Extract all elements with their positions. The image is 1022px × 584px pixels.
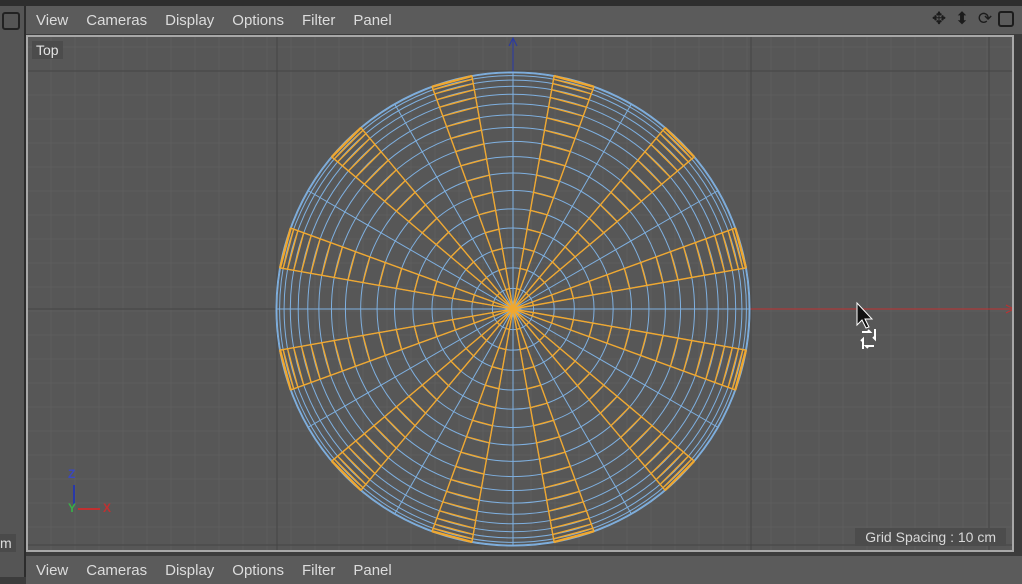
menu-options[interactable]: Options: [232, 12, 284, 29]
grid-spacing-label: Grid Spacing : 10 cm: [855, 528, 1006, 546]
adjacent-viewport[interactable]: m: [0, 6, 26, 577]
axis-x-label: X: [103, 501, 112, 515]
menu-cameras[interactable]: Cameras: [86, 12, 147, 29]
panel-toggle-icon[interactable]: [2, 12, 20, 30]
camera-label[interactable]: Top: [32, 41, 63, 59]
zoom-view-icon[interactable]: ⬍: [952, 9, 972, 29]
axis-z-label: Z: [68, 467, 76, 481]
menu-display[interactable]: Display: [165, 12, 214, 29]
menu-filter[interactable]: Filter: [302, 12, 335, 29]
move-view-icon[interactable]: ✥: [929, 9, 949, 29]
menu-display[interactable]: Display: [165, 562, 214, 579]
menu-view[interactable]: View: [36, 562, 68, 579]
menu-options[interactable]: Options: [232, 562, 284, 579]
viewport-menubar: View Cameras Display Options Filter Pane…: [26, 6, 1022, 34]
transform-cursor-icon: [860, 329, 876, 349]
lower-viewport-menubar: View Cameras Display Options Filter Pane…: [26, 556, 1022, 584]
rotate-view-icon[interactable]: ⟳: [975, 9, 995, 29]
viewport-scene[interactable]: [28, 37, 1014, 552]
mouse-cursor-icon: [856, 301, 874, 329]
menu-panel[interactable]: Panel: [353, 12, 391, 29]
menu-panel[interactable]: Panel: [353, 562, 391, 579]
top-viewport[interactable]: Top Z Y X Grid Spacing : 10 cm: [26, 35, 1014, 552]
maximize-panel-icon[interactable]: [998, 11, 1014, 27]
menu-cameras[interactable]: Cameras: [86, 562, 147, 579]
adjacent-viewport-label: m: [0, 534, 16, 552]
menu-filter[interactable]: Filter: [302, 562, 335, 579]
sphere-pole-point: [509, 305, 517, 313]
menu-view[interactable]: View: [36, 12, 68, 29]
axis-y-label: Y: [68, 501, 77, 515]
